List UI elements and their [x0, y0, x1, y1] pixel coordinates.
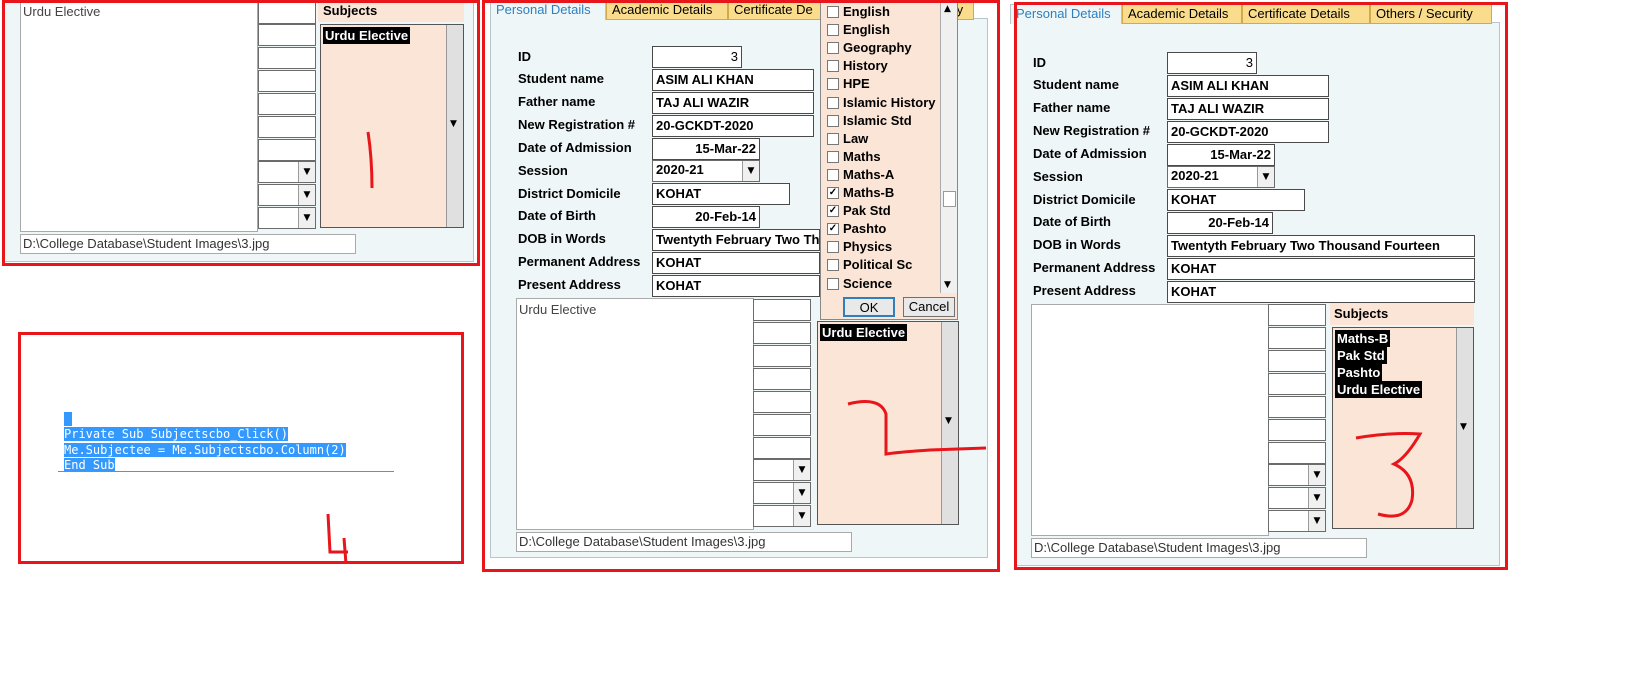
- panel4-selection-top: [64, 412, 72, 426]
- panel4-code-line-2[interactable]: Me.Subjectee = Me.Subjectscbo.Column(2): [64, 443, 346, 458]
- panel1-annotation-1: [366, 131, 374, 189]
- panel3-annotation-3: [1355, 432, 1423, 518]
- panel4-annotation-4: [326, 513, 348, 565]
- panel1-red-frame: [2, 0, 480, 266]
- panel4-code-line-1[interactable]: Private Sub Subjectscbo_Click(): [64, 427, 288, 442]
- panel2-red-frame: [482, 0, 1000, 572]
- panel4-divider: [58, 471, 394, 472]
- panel2-annotation-2: [847, 400, 987, 456]
- panel3-red-frame: [1014, 2, 1508, 570]
